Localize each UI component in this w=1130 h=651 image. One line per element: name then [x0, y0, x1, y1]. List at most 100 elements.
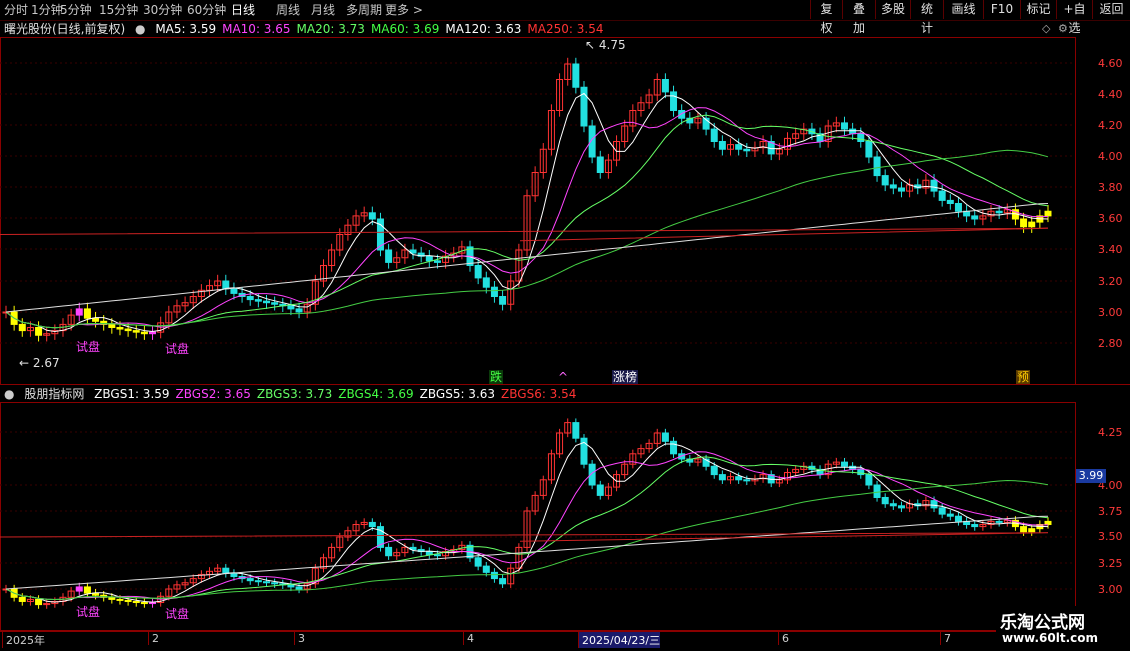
candle-body — [938, 507, 946, 515]
candle-body — [75, 308, 83, 316]
candle-body — [271, 582, 279, 585]
y-tick-label: 3.00 — [1098, 583, 1123, 596]
candle-body — [499, 578, 507, 585]
tag-up-arrow: ^ — [558, 370, 569, 384]
y-tick-label: 4.25 — [1098, 426, 1123, 439]
candle-body — [873, 156, 881, 177]
y-tick-label: 3.00 — [1098, 306, 1123, 319]
candle-body — [499, 296, 507, 305]
candle-body — [433, 260, 441, 263]
watermark-url: www.60lt.com — [1002, 631, 1099, 645]
kline-charts[interactable] — [0, 0, 1130, 650]
candle-body — [368, 521, 376, 528]
candle-body — [263, 581, 270, 584]
candle-body — [83, 308, 91, 319]
candle-body — [678, 110, 686, 119]
candle-body — [954, 203, 962, 212]
candle-body — [482, 277, 490, 288]
candle-body — [149, 602, 157, 605]
candle-body — [246, 296, 254, 301]
candle-body — [572, 63, 580, 88]
candle-body — [889, 503, 897, 507]
candle-body — [295, 586, 303, 590]
candle-body — [230, 288, 238, 294]
candle-body — [287, 584, 295, 588]
candle-body — [92, 317, 100, 322]
candle-body — [482, 565, 490, 573]
candle-body — [954, 515, 962, 522]
candle-body — [840, 122, 848, 130]
candle-body — [735, 144, 743, 150]
signal-label: 试盘 — [165, 342, 190, 356]
candle-body — [873, 484, 881, 498]
candle-body — [946, 199, 954, 204]
candle-body — [857, 133, 865, 142]
candle-body — [490, 571, 498, 580]
candle-body — [596, 156, 604, 173]
y-tick-label: 3.60 — [1098, 212, 1123, 225]
tag-fall: 跌 — [489, 370, 504, 384]
signal-label: 试盘 — [76, 340, 101, 354]
high-price-label: ↖ 4.75 — [585, 38, 626, 52]
candle-body — [881, 496, 889, 505]
candle-body — [149, 331, 157, 335]
candle-body — [263, 300, 270, 304]
candle-body — [18, 323, 26, 332]
candle-body — [254, 299, 262, 302]
candle-body — [108, 596, 116, 600]
candle-body — [385, 546, 393, 557]
candle-body — [35, 327, 43, 336]
candle-body — [889, 184, 897, 189]
candle-body — [865, 141, 873, 158]
y-tick-label: 3.50 — [1098, 530, 1123, 543]
candle-body — [116, 598, 124, 601]
date-axis — [0, 630, 1075, 651]
candle-body — [132, 600, 140, 604]
candle-body — [83, 586, 91, 594]
candle-body — [140, 331, 148, 335]
candle-body — [474, 265, 482, 279]
candle-body — [718, 474, 726, 481]
low-price-label: ← 2.67 — [19, 356, 60, 370]
candle-body — [385, 249, 393, 263]
candle-body — [930, 179, 938, 192]
date-label: 4 — [463, 632, 474, 645]
candle-body — [743, 148, 751, 152]
candle-body — [425, 551, 433, 556]
current-price-box: 3.99 — [1076, 469, 1106, 483]
tag-rise-list: 涨榜 — [612, 370, 639, 384]
date-label: 2025/04/23/三 — [578, 632, 661, 648]
candle-body — [140, 602, 148, 605]
candle-body — [1044, 520, 1052, 526]
candle-body — [474, 557, 482, 567]
y-tick-label: 3.20 — [1098, 275, 1123, 288]
y-tick-label: 3.25 — [1098, 557, 1123, 570]
signal-label: 试盘 — [165, 607, 190, 621]
candle-body — [222, 280, 230, 290]
candle-body — [995, 210, 1003, 214]
candle-body — [75, 586, 83, 592]
y-tick-label: 4.60 — [1098, 57, 1123, 70]
candle-body — [1020, 526, 1028, 533]
candle-body — [930, 500, 938, 509]
candle-body — [425, 255, 433, 262]
candle-body — [971, 524, 979, 528]
candle-body — [132, 330, 140, 333]
date-label: 2025年 — [2, 632, 45, 648]
y-tick-label: 4.00 — [1098, 150, 1123, 163]
date-label: 6 — [778, 632, 789, 645]
candle-body — [881, 175, 889, 186]
candle-body — [1020, 218, 1028, 228]
candle-body — [230, 572, 238, 578]
candle-body — [572, 422, 580, 439]
candle-body — [490, 286, 498, 298]
candle-body — [246, 578, 254, 582]
date-label: 3 — [294, 632, 305, 645]
candle-body — [897, 505, 905, 509]
candle-body — [596, 484, 604, 496]
candle-body — [124, 328, 132, 332]
candle-body — [718, 141, 726, 150]
y-tick-label: 3.40 — [1098, 243, 1123, 256]
candle-body — [1028, 221, 1036, 228]
y-tick-label: 3.80 — [1098, 181, 1123, 194]
